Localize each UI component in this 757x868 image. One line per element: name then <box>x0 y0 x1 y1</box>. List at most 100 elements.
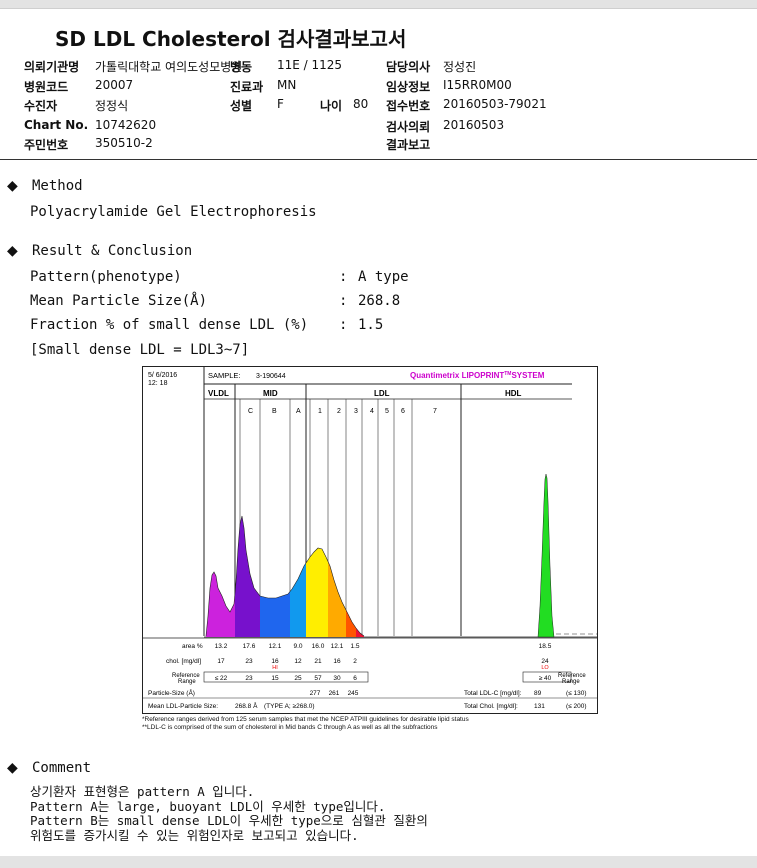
chart-no-label: Chart No. <box>24 118 89 132</box>
band-label-2: 2 <box>337 408 341 415</box>
chol-value: 12 <box>294 658 302 665</box>
report-time: 12: 18 <box>148 380 168 387</box>
fraction-label: Fraction % of small dense LDL (%) <box>30 317 309 333</box>
report-date: 5/ 6/2016 <box>148 372 177 379</box>
code-value: 20007 <box>95 78 134 92</box>
dept-label: 진료과 <box>230 80 264 94</box>
age-label: 나이 <box>320 99 343 113</box>
chol-value: 16 <box>333 658 341 665</box>
patient-label: 수진자 <box>24 99 58 113</box>
age-value: 80 <box>353 97 369 111</box>
sdldl-note: [Small dense LDL = LDL3~7] <box>30 342 250 358</box>
band-label-B: B <box>272 408 277 415</box>
brand-tm: TM <box>504 371 511 377</box>
reference-right-label-2: Range <box>562 679 580 685</box>
dept-value: MN <box>277 78 297 92</box>
ward-label: 병동 <box>230 60 253 74</box>
hospital-value: 가톨릭대학교 여의도성모병원 <box>95 60 243 74</box>
sample-label: SAMPLE: <box>208 371 241 380</box>
result-bullet-icon: ◆ <box>7 243 18 259</box>
particle-value: 277 <box>310 690 321 697</box>
doctor-value: 정성진 <box>443 60 477 74</box>
sample-value: 3-190644 <box>256 373 286 380</box>
sex-label: 성별 <box>230 99 253 113</box>
total-chol-value: 131 <box>534 703 545 710</box>
total-ldl-ref: (≤ 130) <box>566 690 587 697</box>
group-vldl: VLDL <box>208 389 229 398</box>
band-label-4: 4 <box>370 408 374 415</box>
code-label: 병원코드 <box>24 80 69 94</box>
band-label-5: 5 <box>385 408 389 415</box>
mean-size-value: 268.8 Å <box>235 701 258 710</box>
area-value: 17.6 <box>243 643 256 650</box>
total-ldl-value: 89 <box>534 690 542 697</box>
patient-value: 정정식 <box>95 99 129 113</box>
area-value: 9.0 <box>293 643 302 650</box>
band-label-6: 6 <box>401 408 405 415</box>
fraction-colon: : <box>339 317 348 333</box>
hospital-label: 의뢰기관명 <box>24 60 80 74</box>
reference-value: 6 <box>353 675 357 682</box>
reference-value: 57 <box>314 675 322 682</box>
mean-size-label: Mean LDL-Particle Size: <box>148 703 218 710</box>
chol-row-label: chol. [mg/dl] <box>166 658 201 665</box>
chol-value: 17 <box>217 658 225 665</box>
area-value: 12.1 <box>331 643 344 650</box>
fraction-value: 1.5 <box>358 317 384 333</box>
chol-value: 23 <box>245 658 253 665</box>
comment-line-4: 위험도를 증가시킬 수 있는 위험인자로 보고되고 있습니다. <box>30 828 359 843</box>
total-ldl-label: Total LDL-C [mg/dl]: <box>464 690 522 697</box>
chol-value: 16 <box>271 658 279 665</box>
pattern-colon: : <box>339 269 348 285</box>
area-value: 16.0 <box>312 643 325 650</box>
reference-value: ≤ 22 <box>215 675 228 682</box>
area-hdl-value: 18.5 <box>539 643 552 650</box>
footnote-1-text: *Reference ranges derived from 125 serum… <box>142 716 469 723</box>
reference-value: 23 <box>245 675 253 682</box>
band-label-1: 1 <box>318 408 322 415</box>
chart-no-value: 10742620 <box>95 118 157 132</box>
particle-value: 261 <box>329 690 340 697</box>
pattern-label: Pattern(phenotype) <box>30 269 182 285</box>
particle-size-value: 268.8 <box>358 293 401 309</box>
particle-row-label: Particle-Size (Å) <box>148 688 195 697</box>
particle-value: 245 <box>348 690 359 697</box>
clinical-label: 임상정보 <box>386 80 431 94</box>
receipt-value: 20160503-79021 <box>443 97 547 111</box>
brand-name: Quantimetrix LIPOPRINT <box>410 371 504 380</box>
group-mid: MID <box>263 389 278 398</box>
lipoprint-report: 5/ 6/2016 12: 18 SAMPLE: 3-190644 Quanti… <box>142 366 598 718</box>
group-hdl: HDL <box>505 389 522 398</box>
comment-heading: Comment <box>32 760 92 776</box>
chol-hdl-value: 24 <box>541 658 549 665</box>
request-value: 20160503 <box>443 118 505 132</box>
reference-value: 30 <box>333 675 341 682</box>
bottom-bar <box>0 856 757 868</box>
method-bullet-icon: ◆ <box>7 178 18 194</box>
method-heading: Method <box>32 178 83 194</box>
request-label: 검사의뢰 <box>386 120 431 134</box>
reference-hdl-value: ≥ 40 <box>539 675 552 682</box>
result-heading: Result & Conclusion <box>32 243 193 259</box>
receipt-label: 접수번호 <box>386 99 431 113</box>
id-label: 주민번호 <box>24 138 69 152</box>
chol-hi-flag: HI <box>272 665 278 671</box>
band-label-7: 7 <box>433 408 437 415</box>
brand-system: SYSTEM <box>511 371 544 380</box>
reference-value: 25 <box>294 675 302 682</box>
particle-size-colon: : <box>339 293 348 309</box>
chol-value: 21 <box>314 658 322 665</box>
chol-lo-flag: LO <box>541 665 549 671</box>
method-text: Polyacrylamide Gel Electrophoresis <box>30 204 317 220</box>
ldl1-peak <box>306 548 328 637</box>
area-value: 1.5 <box>350 643 359 650</box>
separator-line <box>0 159 757 160</box>
comment-bullet-icon: ◆ <box>7 760 18 776</box>
top-bar <box>0 0 757 9</box>
sex-value: F <box>277 97 284 111</box>
footnote-2-text: **LDL-C is comprised of the sum of chole… <box>142 724 438 731</box>
chol-value: 2 <box>353 658 357 665</box>
page-title: SD LDL Cholesterol 검사결과보고서 <box>55 27 407 51</box>
band-label-3: 3 <box>354 408 358 415</box>
pattern-value: A type <box>358 269 409 285</box>
